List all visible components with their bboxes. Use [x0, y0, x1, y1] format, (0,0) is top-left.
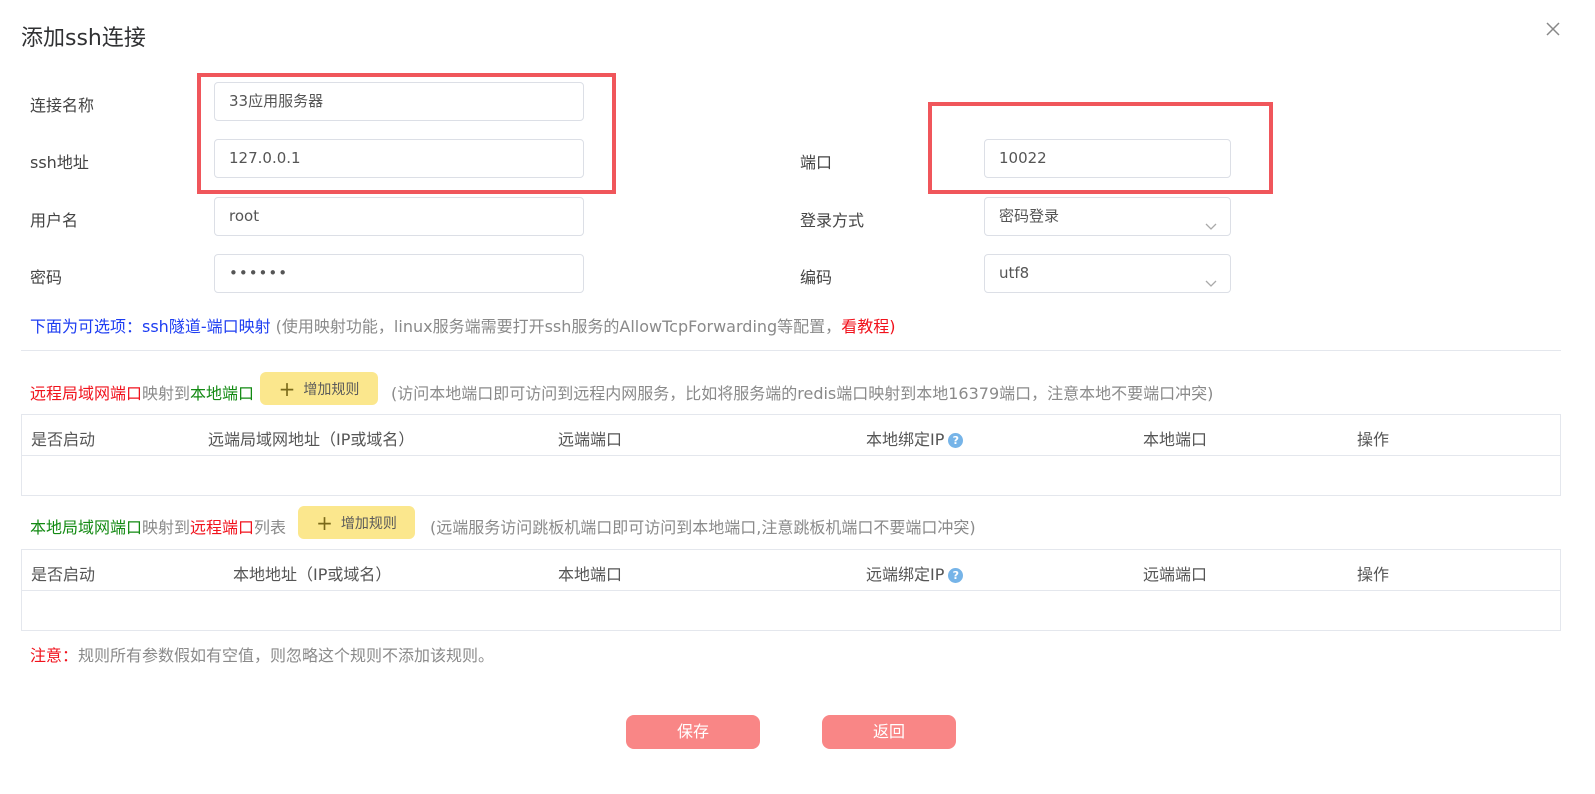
encoding-value: utf8: [999, 264, 1030, 282]
divider: [21, 350, 1561, 351]
col-local-bind-ip: 本地绑定IP?: [866, 426, 964, 450]
close-icon[interactable]: [1544, 20, 1562, 38]
tutorial-link[interactable]: 看教程: [841, 317, 889, 336]
table-header: 是否启动 本地地址（IP或域名） 本地端口 远端绑定IP? 远端端口 操作: [22, 550, 1560, 591]
col-actions: 操作: [1357, 430, 1390, 449]
maps-to-text: 映射到: [142, 518, 191, 537]
ssh-host-input[interactable]: 127.0.0.1: [214, 139, 584, 178]
username-input[interactable]: root: [214, 197, 584, 236]
maps-to-text: 映射到: [142, 384, 191, 403]
connection-name-input[interactable]: 33应用服务器: [214, 82, 584, 121]
add-rule-label: 增加规则: [303, 381, 360, 398]
local-to-remote-hint: (远端服务访问跳板机端口即可访问到本地端口,注意跳板机端口不要端口冲突): [430, 518, 976, 537]
local-lan-port-text: 本地局域网端口: [30, 518, 143, 537]
encoding-label: 编码: [800, 268, 833, 287]
col-remote-port: 远端端口: [558, 430, 623, 449]
col-local-port: 本地端口: [558, 565, 623, 584]
port-label: 端口: [800, 153, 833, 172]
password-input[interactable]: ••••••: [214, 254, 584, 293]
remote-port-text: 远程端口: [190, 518, 255, 537]
warning-text: 规则所有参数假如有空值，则忽略这个规则不添加该规则。: [78, 646, 495, 665]
col-enabled: 是否启动: [31, 430, 96, 449]
warning-label: 注意：: [30, 646, 79, 665]
login-method-value: 密码登录: [999, 207, 1060, 225]
remote-to-local-hint: (访问本地端口即可访问到远程内网服务，比如将服务端的redis端口映射到本地16…: [391, 384, 1214, 403]
username-label: 用户名: [30, 211, 79, 230]
col-local-address: 本地地址（IP或域名）: [233, 565, 392, 584]
table-header: 是否启动 远端局域网地址（IP或域名） 远端端口 本地绑定IP? 本地端口 操作: [22, 415, 1560, 456]
col-actions: 操作: [1357, 565, 1390, 584]
local-port-text: 本地端口: [190, 384, 255, 403]
optional-note-title: 下面为可选项：ssh隧道-端口映射: [30, 317, 271, 336]
login-method-select[interactable]: 密码登录: [984, 197, 1231, 236]
local-to-remote-heading: 本地局域网端口映射到远程端口列表: [30, 514, 286, 538]
password-label: 密码: [30, 268, 63, 287]
remote-lan-port-text: 远程局域网端口: [30, 384, 143, 403]
warning-note: 注意：规则所有参数假如有空值，则忽略这个规则不添加该规则。: [30, 642, 494, 666]
chevron-down-icon: [1204, 267, 1218, 287]
ssh-host-label: ssh地址: [30, 153, 89, 172]
add-rule-button-local[interactable]: + 增加规则: [298, 506, 415, 539]
col-remote-bind-ip-label: 远端绑定IP: [866, 565, 945, 584]
add-rule-label: 增加规则: [340, 515, 397, 532]
local-to-remote-table: 是否启动 本地地址（IP或域名） 本地端口 远端绑定IP? 远端端口 操作: [21, 549, 1561, 631]
port-input[interactable]: 10022: [984, 139, 1231, 178]
optional-note-close: ): [889, 317, 896, 336]
col-local-port: 本地端口: [1143, 430, 1208, 449]
plus-icon: +: [278, 376, 296, 401]
remote-to-local-heading: 远程局域网端口映射到本地端口: [30, 380, 254, 404]
back-button[interactable]: 返回: [822, 715, 956, 749]
remote-to-local-table: 是否启动 远端局域网地址（IP或域名） 远端端口 本地绑定IP? 本地端口 操作: [21, 414, 1561, 496]
help-icon[interactable]: ?: [948, 433, 964, 448]
plus-icon: +: [316, 510, 333, 535]
col-remote-address: 远端局域网地址（IP或域名）: [208, 430, 415, 449]
encoding-select[interactable]: utf8: [984, 254, 1231, 293]
col-local-bind-ip-label: 本地绑定IP: [866, 430, 945, 449]
list-text: 列表: [254, 518, 287, 537]
optional-note-desc: (使用映射功能，linux服务端需要打开ssh服务的AllowTcpForwar…: [270, 317, 842, 336]
save-button[interactable]: 保存: [626, 715, 760, 749]
chevron-down-icon: [1204, 210, 1218, 230]
col-remote-port: 远端端口: [1143, 565, 1208, 584]
col-enabled: 是否启动: [31, 565, 96, 584]
dialog-title: 添加ssh连接: [21, 26, 146, 51]
help-icon[interactable]: ?: [948, 568, 964, 583]
connection-name-label: 连接名称: [30, 96, 95, 115]
add-rule-button-remote[interactable]: + 增加规则: [260, 372, 378, 405]
col-remote-bind-ip: 远端绑定IP?: [866, 561, 964, 585]
optional-note: 下面为可选项：ssh隧道-端口映射 (使用映射功能，linux服务端需要打开ss…: [30, 313, 895, 337]
login-method-label: 登录方式: [800, 211, 865, 230]
